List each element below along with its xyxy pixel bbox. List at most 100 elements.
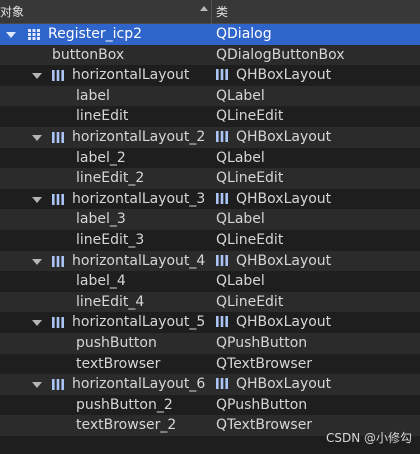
tree-row[interactable]: label_3 QLabel <box>0 209 420 230</box>
tree-row[interactable]: Register_icp2 QDialog <box>0 24 420 45</box>
expand-arrow-icon[interactable] <box>32 320 42 327</box>
hbox-layout-icon <box>216 66 230 81</box>
class-name: QTextBrowser <box>216 355 313 372</box>
column-header-object[interactable]: 对象 <box>0 0 212 24</box>
object-name: horizontalLayout_3 <box>72 190 206 207</box>
class-cell: QLabel <box>216 209 265 230</box>
class-name: QDialog <box>216 26 272 42</box>
object-name: textBrowser <box>76 355 161 372</box>
class-name: QLabel <box>216 149 265 166</box>
class-name: QHBoxLayout <box>236 190 332 207</box>
tree-row[interactable]: horizontalLayout_3 QHBoxLayout <box>0 189 420 210</box>
object-inspector-header: 对象 类 <box>0 0 420 24</box>
sort-ascending-icon[interactable] <box>200 6 208 11</box>
watermark: CSDN @小修勾 <box>325 431 412 445</box>
class-name: QLabel <box>216 273 265 290</box>
class-cell: QHBoxLayout <box>216 65 331 86</box>
class-name: QDialogButtonBox <box>216 46 345 63</box>
object-name: textBrowser_2 <box>76 417 177 434</box>
class-name: QPushButton <box>216 334 308 351</box>
class-cell: QHBoxLayout <box>216 251 331 272</box>
class-cell: QTextBrowser <box>216 415 312 436</box>
hbox-layout-icon <box>52 255 64 267</box>
class-cell: QLabel <box>216 271 265 292</box>
class-cell: QLineEdit <box>216 292 283 313</box>
object-name: label_4 <box>76 273 126 290</box>
hbox-layout-icon <box>52 379 64 391</box>
tree-row[interactable]: lineEdit_4 QLineEdit <box>0 291 420 313</box>
hbox-layout-icon <box>52 317 64 329</box>
object-name: lineEdit <box>76 108 129 125</box>
class-name: QHBoxLayout <box>236 252 332 269</box>
class-cell: QLineEdit <box>216 230 283 251</box>
class-cell: QLabel <box>216 86 265 107</box>
class-name: QLineEdit <box>216 108 284 125</box>
tree-row[interactable]: textBrowser QTextBrowser <box>0 354 420 375</box>
class-cell: QDialog <box>216 24 272 45</box>
object-name: Register_icp2 <box>48 26 143 42</box>
object-name: buttonBox <box>52 46 125 63</box>
object-name: label_2 <box>76 149 126 166</box>
class-name: QTextBrowser <box>216 417 313 434</box>
column-header-object-label: 对象 <box>0 5 25 19</box>
class-cell: QLabel <box>216 148 265 169</box>
class-name: QHBoxLayout <box>236 67 332 84</box>
class-name: QHBoxLayout <box>236 128 332 145</box>
object-name: pushButton_2 <box>76 396 173 413</box>
object-name: horizontalLayout_5 <box>72 314 206 331</box>
class-cell: QLineEdit <box>216 106 283 127</box>
hbox-layout-icon <box>216 375 230 390</box>
expand-arrow-icon[interactable] <box>32 258 42 265</box>
tree-row[interactable]: horizontalLayout_6 QHBoxLayout <box>0 374 420 395</box>
class-cell: QHBoxLayout <box>216 312 331 333</box>
hbox-layout-icon <box>52 193 64 205</box>
class-name: QHBoxLayout <box>236 314 332 331</box>
class-cell: QPushButton <box>216 333 307 354</box>
hbox-layout-icon <box>216 252 230 266</box>
tree-row[interactable]: lineEdit_3 QLineEdit <box>0 230 420 251</box>
tree-row[interactable]: label_4 QLabel <box>0 271 420 292</box>
class-cell: QTextBrowser <box>216 354 312 375</box>
object-name: horizontalLayout_2 <box>72 128 206 145</box>
grid-icon <box>28 29 40 40</box>
hbox-layout-icon <box>52 131 64 143</box>
object-name: lineEdit_3 <box>76 231 145 248</box>
class-name: QLabel <box>216 211 265 228</box>
class-cell: QDialogButtonBox <box>216 45 345 66</box>
tree-row[interactable]: pushButton QPushButton <box>0 332 420 354</box>
class-cell: QLineEdit <box>216 168 283 189</box>
object-name: label <box>76 87 110 104</box>
class-name: QLabel <box>216 87 265 104</box>
tree-row[interactable]: lineEdit_2 QLineEdit <box>0 168 420 189</box>
tree-row[interactable]: horizontalLayout_4 QHBoxLayout <box>0 250 420 272</box>
tree-row[interactable]: horizontalLayout_2 QHBoxLayout <box>0 126 420 148</box>
class-cell: QHBoxLayout <box>216 374 331 395</box>
object-name: pushButton <box>76 334 157 351</box>
class-name: QLineEdit <box>216 231 284 248</box>
tree-row[interactable]: pushButton_2 QPushButton <box>0 395 420 416</box>
expand-arrow-icon[interactable] <box>32 382 42 389</box>
tree-row[interactable]: horizontalLayout QHBoxLayout <box>0 65 420 86</box>
class-name: QLineEdit <box>216 170 284 187</box>
column-header-class[interactable]: 类 <box>216 0 228 24</box>
object-name: horizontalLayout_6 <box>72 376 206 393</box>
object-tree: Register_icp2 QDialog buttonBox QDialogButt… <box>0 24 420 436</box>
hbox-layout-icon <box>216 190 230 204</box>
tree-row[interactable]: label QLabel <box>0 85 420 107</box>
class-name: QPushButton <box>216 396 308 413</box>
expand-arrow-icon[interactable] <box>32 73 42 80</box>
column-header-class-label: 类 <box>216 5 229 19</box>
tree-row[interactable]: lineEdit QLineEdit <box>0 106 420 127</box>
class-name: QHBoxLayout <box>236 376 332 393</box>
tree-row[interactable]: label_2 QLabel <box>0 148 420 169</box>
class-cell: QPushButton <box>216 395 307 416</box>
hbox-layout-icon <box>52 70 64 82</box>
expand-arrow-icon[interactable] <box>6 32 16 38</box>
expand-arrow-icon[interactable] <box>32 196 42 203</box>
object-name: horizontalLayout <box>72 67 190 84</box>
expand-arrow-icon[interactable] <box>32 134 42 141</box>
tree-row[interactable]: buttonBox QDialogButtonBox <box>0 44 420 66</box>
class-cell: QHBoxLayout <box>216 127 331 148</box>
class-name: QLineEdit <box>216 293 284 310</box>
tree-row[interactable]: horizontalLayout_5 QHBoxLayout <box>0 312 420 333</box>
